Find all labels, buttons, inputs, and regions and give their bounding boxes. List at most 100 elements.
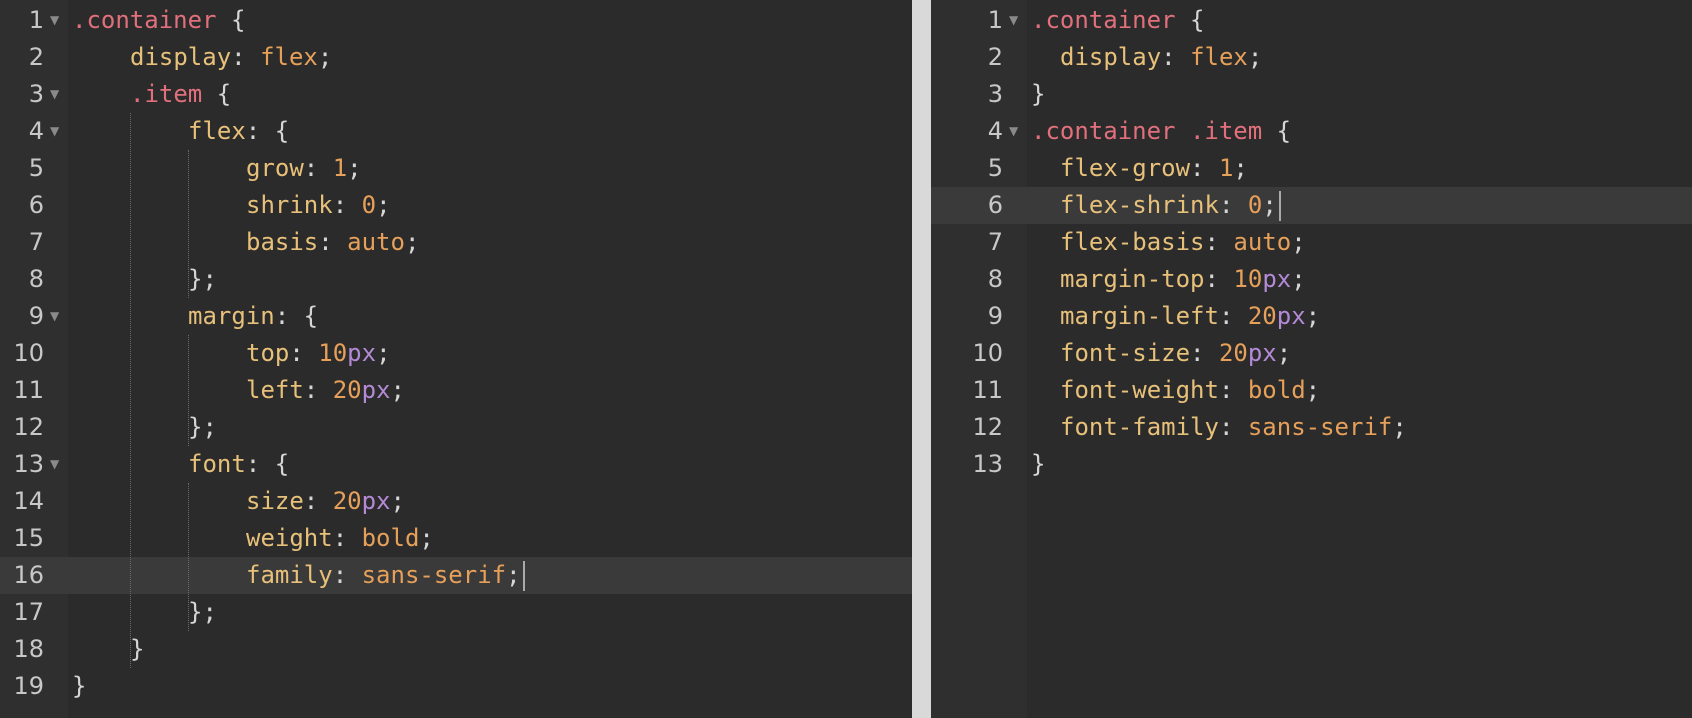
- left-code-area[interactable]: .container {display: flex; .item {flex: {…: [68, 0, 912, 718]
- line-number-row[interactable]: 8: [931, 261, 1027, 298]
- right-line-number-gutter[interactable]: 1 ▼ 2 3 4 ▼ 5 6 7 8 9 10 11 12 13: [931, 0, 1027, 718]
- code-line[interactable]: display: flex;: [68, 39, 912, 76]
- line-number-row[interactable]: 1 ▼: [0, 2, 68, 39]
- line-number-row[interactable]: 3 ▼: [0, 76, 68, 113]
- line-number: 18: [13, 635, 44, 663]
- line-number: 17: [13, 598, 44, 626]
- code-line[interactable]: font-family: sans-serif;: [1027, 409, 1692, 446]
- line-number-row[interactable]: 15: [0, 520, 68, 557]
- code-token-unit: px: [1262, 265, 1292, 293]
- line-number-row[interactable]: 9: [931, 298, 1027, 335]
- code-line[interactable]: size: 20px;: [68, 483, 912, 520]
- code-line[interactable]: flex-grow: 1;: [1027, 150, 1692, 187]
- line-number-row[interactable]: 2: [931, 39, 1027, 76]
- line-number-row[interactable]: 6: [0, 187, 68, 224]
- code-line[interactable]: }: [68, 631, 912, 668]
- code-line[interactable]: display: flex;: [1027, 39, 1692, 76]
- code-line[interactable]: .item {: [68, 76, 912, 113]
- code-line[interactable]: .container {: [1027, 2, 1692, 39]
- line-number-row[interactable]: 10: [931, 335, 1027, 372]
- code-line[interactable]: font: {: [68, 446, 912, 483]
- code-line[interactable]: grow: 1;: [68, 150, 912, 187]
- line-number-row[interactable]: 5: [931, 150, 1027, 187]
- line-number-row[interactable]: 13 ▼: [0, 446, 68, 483]
- line-number-row[interactable]: 11: [931, 372, 1027, 409]
- line-number: 7: [28, 228, 44, 256]
- code-token-unit: px: [361, 376, 391, 404]
- code-line[interactable]: margin: {: [68, 298, 912, 335]
- line-number-row[interactable]: 7: [931, 224, 1027, 261]
- code-line[interactable]: flex: {: [68, 113, 912, 150]
- fold-arrow-icon[interactable]: ▼: [50, 446, 59, 483]
- code-line[interactable]: font-weight: bold;: [1027, 372, 1692, 409]
- code-line[interactable]: margin-left: 20px;: [1027, 298, 1692, 335]
- code-token-prop: margin: [188, 302, 275, 330]
- line-number-row[interactable]: 12: [0, 409, 68, 446]
- line-number-row[interactable]: 2: [0, 39, 68, 76]
- right-code-area[interactable]: .container {display: flex;} .container .i…: [1027, 0, 1692, 718]
- code-line-text: }: [1031, 446, 1045, 483]
- code-line[interactable]: basis: auto;: [68, 224, 912, 261]
- code-line[interactable]: top: 10px;: [68, 335, 912, 372]
- left-line-number-gutter[interactable]: 1 ▼ 2 3 ▼ 4 ▼ 5 6 7 8 9 ▼ 10 11 12 13 ▼ 14 15 16 17 18 19: [0, 0, 68, 718]
- line-number: 4: [28, 117, 44, 145]
- line-number-row[interactable]: 18: [0, 631, 68, 668]
- line-number-row[interactable]: 10: [0, 335, 68, 372]
- code-line[interactable]: weight: bold;: [68, 520, 912, 557]
- fold-arrow-icon[interactable]: ▼: [50, 2, 59, 39]
- code-line[interactable]: .container .item {: [1027, 113, 1692, 150]
- code-token-num: 10: [1233, 265, 1263, 293]
- code-line[interactable]: };: [68, 261, 912, 298]
- code-line[interactable]: shrink: 0;: [68, 187, 912, 224]
- line-number-row[interactable]: 17: [0, 594, 68, 631]
- line-number-row[interactable]: 12: [931, 409, 1027, 446]
- code-token-prop: flex-basis: [1060, 228, 1205, 256]
- fold-arrow-icon[interactable]: ▼: [50, 113, 59, 150]
- line-number-row[interactable]: 8: [0, 261, 68, 298]
- line-number-row[interactable]: 4 ▼: [0, 113, 68, 150]
- line-number-row[interactable]: 16: [0, 557, 68, 594]
- code-line[interactable]: }: [68, 668, 912, 705]
- code-token-punc: :: [332, 191, 362, 219]
- code-line[interactable]: flex-shrink: 0;: [1027, 187, 1692, 224]
- line-number-row[interactable]: 6: [931, 187, 1027, 224]
- line-number-row[interactable]: 5: [0, 150, 68, 187]
- line-number: 3: [28, 80, 44, 108]
- line-number-row[interactable]: 3: [931, 76, 1027, 113]
- fold-arrow-icon[interactable]: ▼: [1009, 2, 1018, 39]
- code-line[interactable]: }: [1027, 446, 1692, 483]
- right-editor-pane[interactable]: 1 ▼ 2 3 4 ▼ 5 6 7 8 9 10 11 12 13 .container {display:…: [931, 0, 1692, 718]
- code-line[interactable]: flex-basis: auto;: [1027, 224, 1692, 261]
- code-line[interactable]: }: [1027, 76, 1692, 113]
- code-line[interactable]: font-size: 20px;: [1027, 335, 1692, 372]
- line-number-row[interactable]: 7: [0, 224, 68, 261]
- code-token-punc: :: [303, 154, 333, 182]
- line-number-row[interactable]: 4 ▼: [931, 113, 1027, 150]
- line-number-row[interactable]: 14: [0, 483, 68, 520]
- code-line[interactable]: };: [68, 594, 912, 631]
- code-line[interactable]: family: sans-serif;: [68, 557, 912, 594]
- code-line-text: flex-grow: 1;: [1060, 150, 1248, 187]
- line-number-row[interactable]: 19: [0, 668, 68, 705]
- code-token-punc: };: [188, 598, 217, 626]
- code-line[interactable]: };: [68, 409, 912, 446]
- line-number-row[interactable]: 9 ▼: [0, 298, 68, 335]
- code-token-prop: left: [246, 376, 304, 404]
- code-line[interactable]: left: 20px;: [68, 372, 912, 409]
- code-token-punc: :: [318, 228, 348, 256]
- code-token-punc: ;: [404, 228, 420, 256]
- fold-arrow-icon[interactable]: ▼: [50, 76, 59, 113]
- code-token-prop: display: [1060, 43, 1162, 71]
- line-number: 1: [28, 6, 44, 34]
- line-number-row[interactable]: 1 ▼: [931, 2, 1027, 39]
- line-number-row[interactable]: 11: [0, 372, 68, 409]
- code-token-sel: .item: [130, 80, 203, 108]
- code-line-text: };: [188, 594, 217, 631]
- code-line[interactable]: margin-top: 10px;: [1027, 261, 1692, 298]
- line-number-row[interactable]: 13: [931, 446, 1027, 483]
- left-editor-pane[interactable]: 1 ▼ 2 3 ▼ 4 ▼ 5 6 7 8 9 ▼ 10 11 12 13 ▼ 14 15 16 17 18 19 .cont…: [0, 0, 912, 718]
- fold-arrow-icon[interactable]: ▼: [1009, 113, 1018, 150]
- code-line[interactable]: .container {: [68, 2, 912, 39]
- fold-arrow-icon[interactable]: ▼: [50, 298, 59, 335]
- code-line-text: flex: {: [188, 113, 289, 150]
